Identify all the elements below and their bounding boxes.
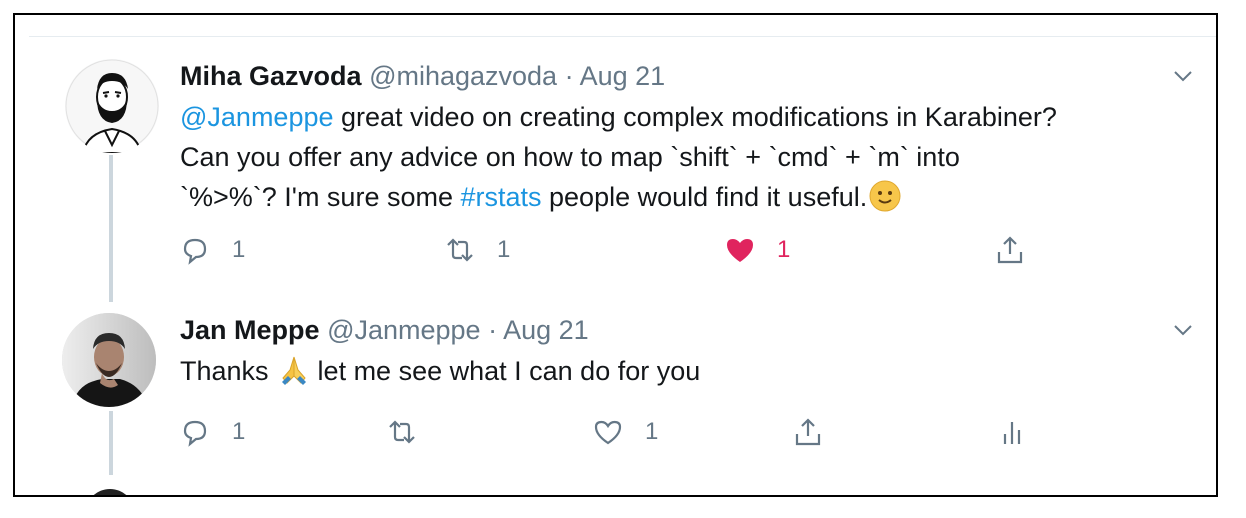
mention-link[interactable]: @Janmeppe	[180, 102, 334, 132]
analytics-button[interactable]	[997, 415, 1027, 449]
retweet-button[interactable]	[387, 415, 439, 449]
author-name[interactable]: Miha Gazvoda	[180, 61, 362, 91]
chevron-down-icon[interactable]	[1173, 69, 1193, 83]
reply-icon	[183, 238, 207, 265]
tweet-thread-frame: Miha Gazvoda @mihagazvoda · Aug 21 @Janm…	[13, 13, 1218, 497]
reply-button[interactable]: 1	[180, 415, 245, 449]
retweet-button[interactable]: 1	[445, 233, 510, 267]
like-count: 1	[645, 418, 659, 445]
author-name[interactable]: Jan Meppe	[180, 315, 320, 345]
reply-button[interactable]: 1	[180, 233, 245, 267]
like-button[interactable]: 1	[593, 415, 658, 449]
reply-count: 1	[232, 418, 246, 445]
slightly-smiling-face-icon	[869, 180, 901, 223]
avatar[interactable]	[85, 489, 135, 495]
tweet-text-segment: great video on creating complex modifica…	[333, 102, 1057, 132]
divider	[29, 36, 1216, 37]
heart-filled-icon	[727, 239, 753, 262]
avatar[interactable]	[65, 59, 159, 153]
tweet-date[interactable]: Aug 21	[580, 61, 666, 91]
avatar-photo-icon	[62, 313, 156, 407]
tweet-text-segment: people would find it useful.	[541, 182, 868, 212]
separator-dot: ·	[564, 61, 574, 91]
chevron-down-icon[interactable]	[1173, 323, 1193, 337]
tweet-text-line: Thanks let me see what I can do for you	[180, 351, 700, 397]
avatar-illustration-icon	[65, 59, 159, 153]
like-count: 1	[777, 236, 791, 263]
tweet-text: @Janmeppe great video on creating comple…	[180, 97, 1057, 223]
reply-icon	[183, 420, 207, 447]
author-handle[interactable]: @Janmeppe	[327, 315, 481, 345]
thread-connector-line	[109, 411, 113, 475]
retweet-icon	[389, 420, 415, 444]
share-button[interactable]	[793, 415, 823, 449]
tweet-text-segment: Thanks	[180, 356, 277, 386]
tweet-text-line: Can you offer any advice on how to map `…	[180, 142, 960, 172]
avatar[interactable]	[62, 313, 156, 407]
share-icon	[997, 236, 1023, 264]
share-icon	[795, 418, 821, 446]
hashtag-link[interactable]: #rstats	[460, 182, 541, 212]
tweet-text-segment: let me see what I can do for you	[310, 356, 701, 386]
tweet-text-line: `%>%`? I'm sure some #rstats people woul…	[180, 177, 1057, 223]
tweet-text: Thanks let me see what I can do for you	[180, 351, 700, 397]
tweet-text-line: @Janmeppe great video on creating comple…	[180, 97, 1057, 137]
retweet-count: 1	[497, 236, 511, 263]
like-button[interactable]: 1	[725, 233, 790, 267]
tweet-date[interactable]: Aug 21	[503, 315, 589, 345]
author-handle[interactable]: @mihagazvoda	[369, 61, 557, 91]
analytics-icon	[1003, 422, 1021, 444]
tweet-text-segment: `%>%`? I'm sure some	[180, 182, 461, 212]
folded-hands-icon	[278, 354, 310, 397]
retweet-icon	[447, 238, 473, 262]
reply-count: 1	[232, 236, 246, 263]
thread-connector-line	[109, 155, 113, 302]
tweet-header: Miha Gazvoda @mihagazvoda · Aug 21	[180, 63, 665, 90]
heart-outline-icon	[594, 420, 622, 445]
share-button[interactable]	[995, 233, 1025, 267]
separator-dot: ·	[488, 315, 498, 345]
tweet-header: Jan Meppe @Janmeppe · Aug 21	[180, 317, 589, 344]
